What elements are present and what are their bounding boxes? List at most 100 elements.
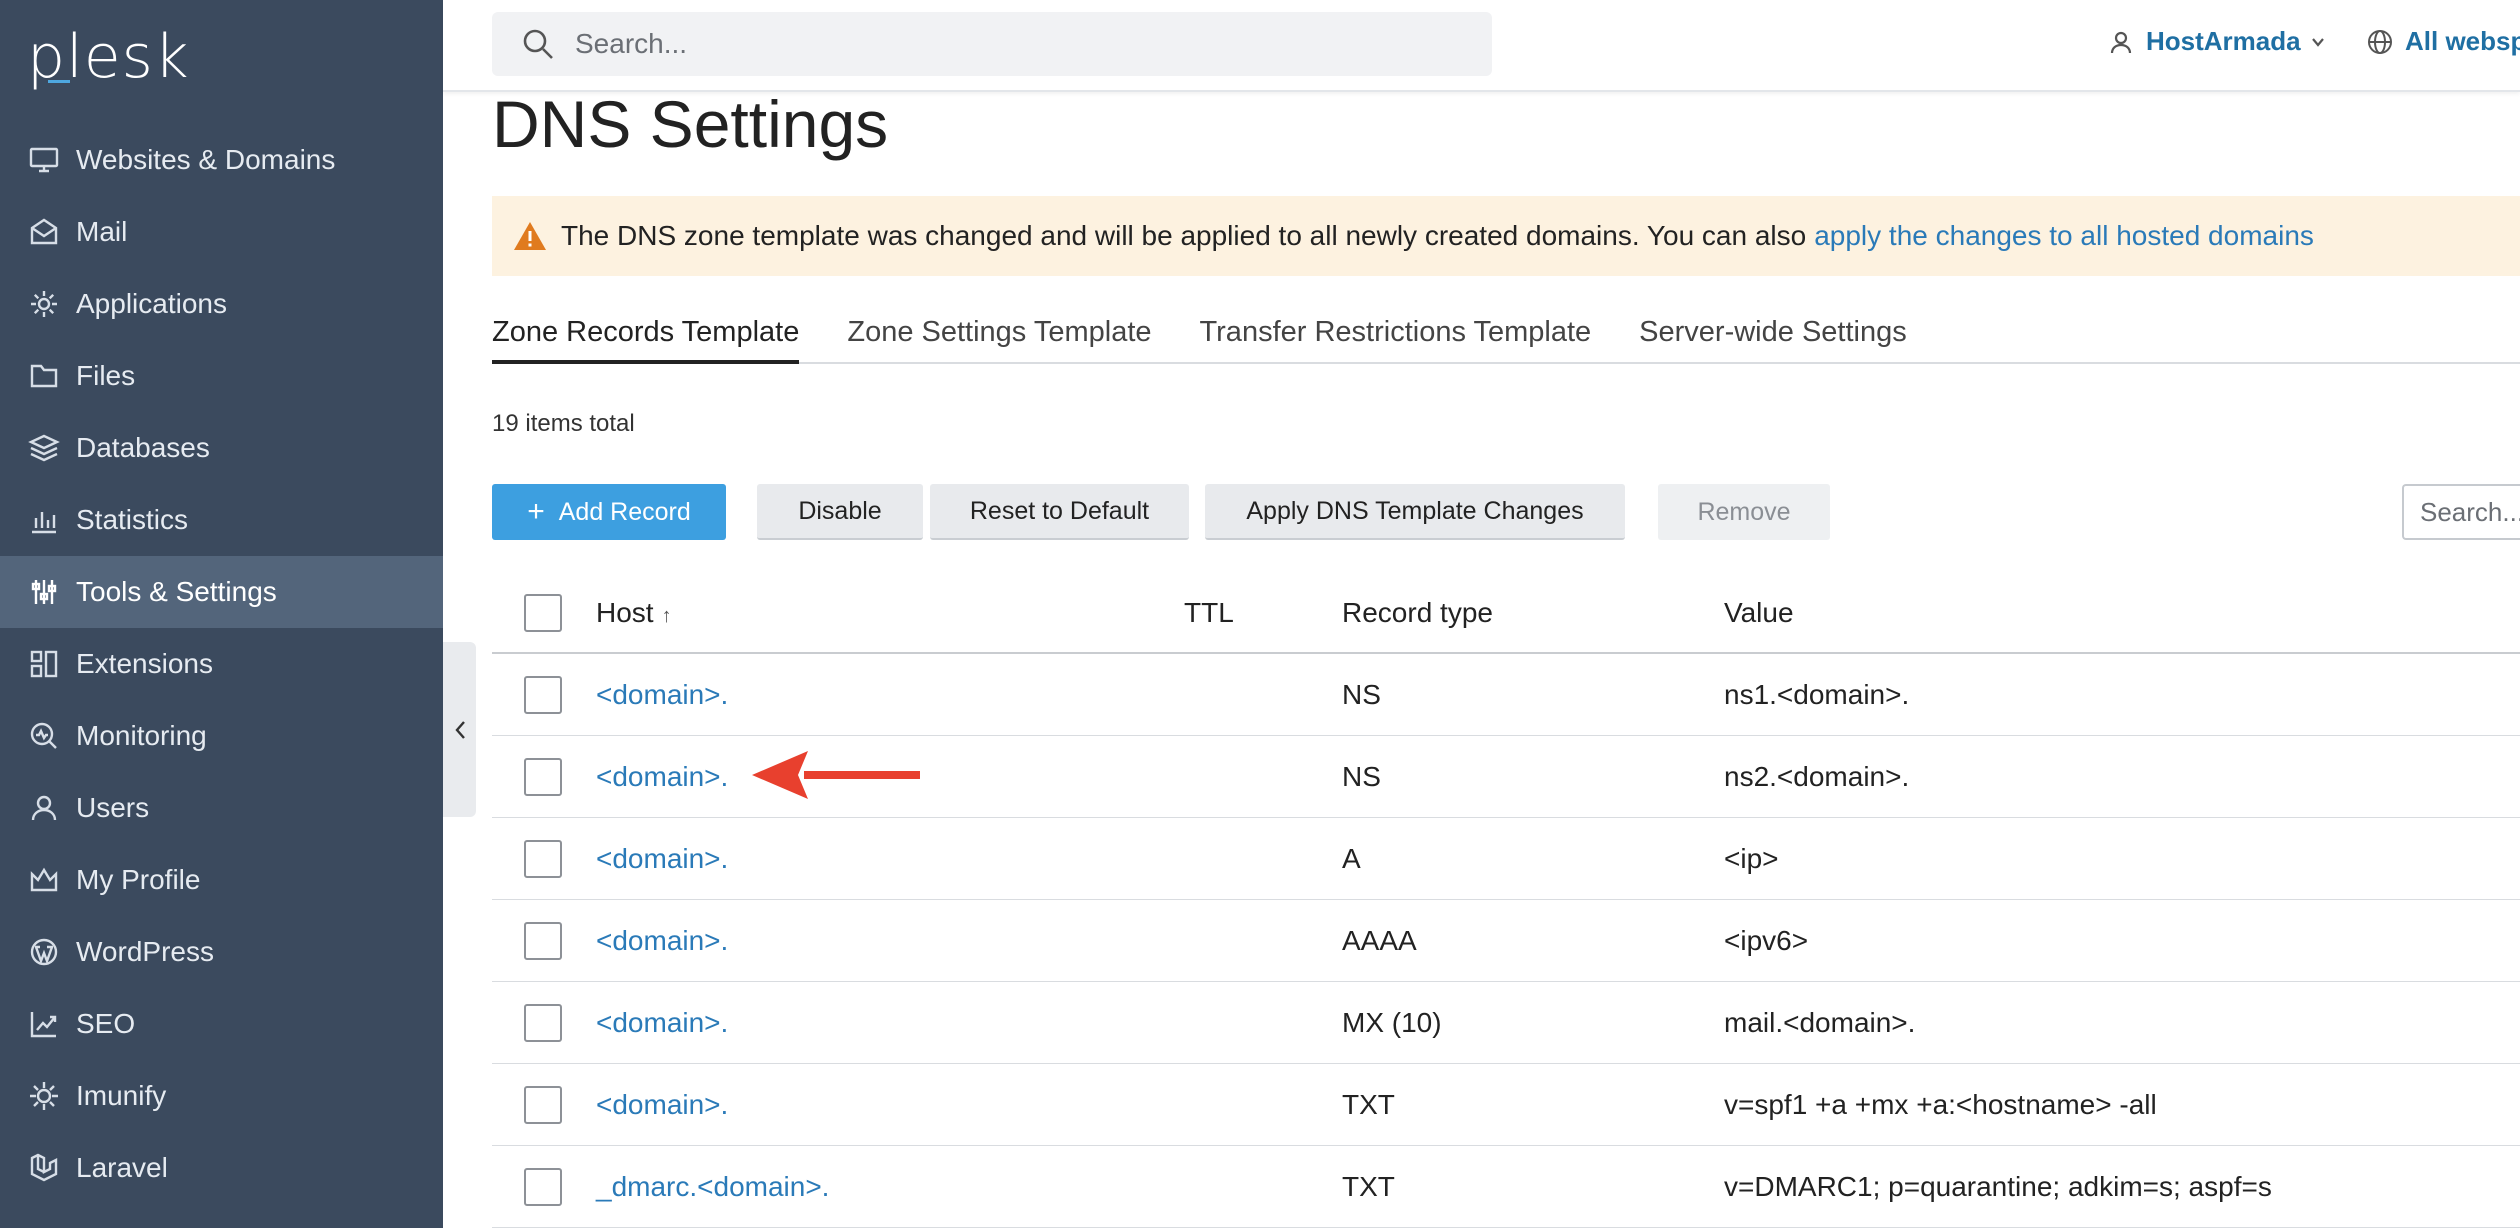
imunify-gear-icon (27, 1079, 61, 1113)
sidebar-item-imunify[interactable]: Imunify (0, 1060, 443, 1132)
search-icon (523, 29, 553, 59)
gear-icon (27, 287, 61, 321)
host-link[interactable]: _dmarc.<domain>. (596, 1171, 829, 1202)
host-link[interactable]: <domain>. (596, 925, 728, 956)
column-ttl[interactable]: TTL (1184, 597, 1342, 629)
host-link[interactable]: <domain>. (596, 679, 728, 710)
items-total-count: 19 items total (492, 410, 635, 437)
host-link[interactable]: <domain>. (596, 761, 728, 792)
apply-to-all-domains-link[interactable]: apply the changes to all hosted domains (1814, 220, 2314, 252)
row-checkbox[interactable] (524, 1167, 562, 1206)
table-row: <domain>. A <ip> (492, 818, 2520, 900)
sort-ascending-icon: ↑ (661, 605, 672, 627)
webspaces-label: All webspaces (2405, 26, 2520, 56)
column-record-type[interactable]: Record type (1342, 597, 1724, 629)
page-title: DNS Settings (492, 87, 889, 161)
user-icon (2110, 31, 2132, 53)
row-check-cell (492, 921, 596, 960)
sidebar-item-laravel[interactable]: Laravel (0, 1132, 443, 1204)
sidebar-item-label: Laravel (76, 1152, 168, 1183)
sidebar-item-label: Websites & Domains (76, 144, 336, 175)
global-search-box[interactable] (492, 12, 1492, 76)
sidebar-item-statistics[interactable]: Statistics (0, 484, 443, 556)
tab-transfer-restrictions-template[interactable]: Transfer Restrictions Template (1200, 316, 1592, 364)
user-account-menu[interactable]: HostArmada (2108, 26, 2325, 57)
sidebar-item-mail[interactable]: Mail (0, 196, 443, 268)
dns-tabs: Zone Records Template Zone Settings Temp… (492, 316, 2520, 364)
user-name: HostArmada (2146, 26, 2301, 56)
logo-accent (48, 80, 70, 83)
sidebar-item-extensions[interactable]: Extensions (0, 628, 443, 700)
host-link[interactable]: <domain>. (596, 1007, 728, 1038)
sidebar-item-monitoring[interactable]: Monitoring (0, 700, 443, 772)
value-cell: mail.<domain>. (1724, 1006, 1916, 1038)
host-link[interactable]: <domain>. (596, 1089, 728, 1120)
chevron-down-icon (2311, 37, 2324, 47)
sidebar-nav: Websites & Domains Mail Applications Fil… (0, 124, 443, 1204)
column-host[interactable]: Host ↑ (596, 597, 1184, 629)
value-cell: <ip> (1724, 842, 1779, 874)
row-check-cell (492, 1003, 596, 1042)
row-checkbox[interactable] (524, 675, 562, 714)
records-toolbar: + Add Record Disable Reset to Default Ap… (492, 484, 2520, 540)
globe-icon (2368, 29, 2392, 54)
value-cell: v=DMARC1; p=quarantine; adkim=s; aspf=s (1724, 1170, 2272, 1202)
warning-text: The DNS zone template was changed and wi… (561, 220, 1807, 251)
sidebar-item-label: WordPress (76, 936, 214, 967)
sidebar-item-tools-settings[interactable]: Tools & Settings (0, 556, 443, 628)
user-icon (27, 791, 61, 825)
sidebar-item-wordpress[interactable]: WordPress (0, 916, 443, 988)
warning-banner: The DNS zone template was changed and wi… (492, 196, 2520, 276)
value-cell: ns1.<domain>. (1724, 678, 1910, 710)
sidebar-item-files[interactable]: Files (0, 340, 443, 412)
sidebar-item-applications[interactable]: Applications (0, 268, 443, 340)
sliders-icon (27, 575, 61, 609)
row-checkbox[interactable] (524, 757, 562, 796)
sidebar-item-databases[interactable]: Databases (0, 412, 443, 484)
wordpress-icon (27, 935, 61, 969)
apply-dns-template-changes-button[interactable]: Apply DNS Template Changes (1205, 484, 1625, 540)
remove-button[interactable]: Remove (1658, 484, 1830, 540)
row-checkbox[interactable] (524, 1085, 562, 1124)
chevron-left-icon (454, 720, 465, 739)
records-search-input[interactable]: Search... (2402, 484, 2520, 540)
crown-icon (27, 863, 61, 897)
record-type-cell: AAAA (1342, 924, 1417, 956)
sidebar-collapse-toggle[interactable] (443, 642, 476, 817)
sidebar-item-label: Applications (76, 288, 227, 319)
disable-button[interactable]: Disable (757, 484, 923, 540)
add-record-label: Add Record (558, 497, 691, 526)
host-link[interactable]: <domain>. (596, 843, 728, 874)
global-search-input[interactable] (573, 27, 1473, 61)
tab-zone-settings-template[interactable]: Zone Settings Template (847, 316, 1151, 364)
sidebar-item-websites-domains[interactable]: Websites & Domains (0, 124, 443, 196)
folder-icon (27, 359, 61, 393)
table-row: <domain>. MX (10) mail.<domain>. (492, 982, 2520, 1064)
tab-server-wide-settings[interactable]: Server-wide Settings (1639, 316, 1907, 364)
table-header: Host ↑ TTL Record type Value (492, 574, 2520, 654)
record-type-cell: MX (10) (1342, 1006, 1442, 1038)
value-cell: ns2.<domain>. (1724, 760, 1910, 792)
add-record-button[interactable]: + Add Record (492, 484, 726, 540)
sidebar-item-my-profile[interactable]: My Profile (0, 844, 443, 916)
row-checkbox[interactable] (524, 839, 562, 878)
reset-to-default-button[interactable]: Reset to Default (930, 484, 1189, 540)
table-row: _dmarc.<domain>. TXT v=DMARC1; p=quarant… (492, 1146, 2520, 1228)
sidebar-item-label: Mail (76, 216, 128, 247)
row-checkbox[interactable] (524, 921, 562, 960)
row-check-cell (492, 839, 596, 878)
column-value[interactable]: Value (1724, 597, 2520, 629)
value-cell: <ipv6> (1724, 924, 1809, 956)
sidebar-item-seo[interactable]: SEO (0, 988, 443, 1060)
bar-chart-icon (27, 503, 61, 537)
select-all-checkbox[interactable] (524, 594, 562, 632)
sidebar-item-users[interactable]: Users (0, 772, 443, 844)
tab-zone-records-template[interactable]: Zone Records Template (492, 316, 800, 364)
sidebar-item-label: Extensions (76, 648, 213, 679)
sidebar-item-label: My Profile (76, 864, 201, 895)
row-checkbox[interactable] (524, 1003, 562, 1042)
seo-chart-icon (27, 1007, 61, 1041)
table-row: <domain>. NS ns1.<domain>. (492, 654, 2520, 736)
record-type-cell: A (1342, 842, 1361, 874)
webspaces-selector[interactable]: All webspaces (2367, 26, 2520, 57)
